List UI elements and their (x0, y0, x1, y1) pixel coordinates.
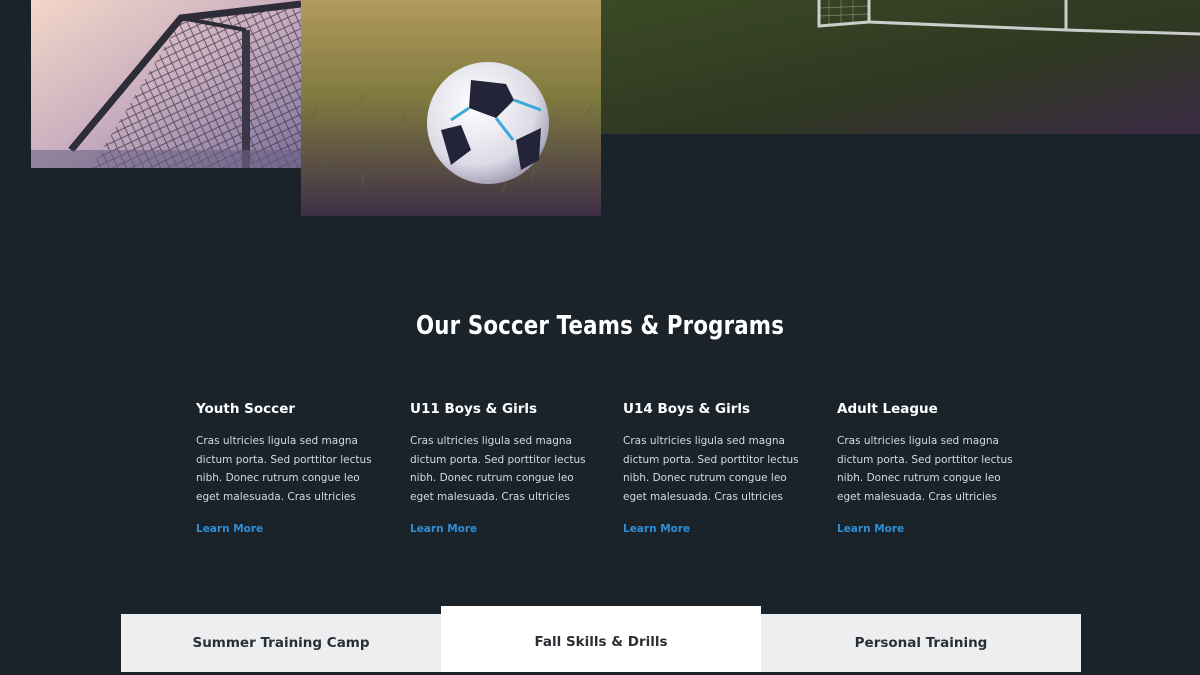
photo-goal-net (31, 0, 301, 168)
tab-label: Fall Skills & Drills (534, 634, 668, 650)
program-u14-boys-girls: U14 Boys & Girls Cras ultricies ligula s… (623, 401, 803, 537)
photo-soccer-ball (301, 0, 601, 216)
program-title: Youth Soccer (196, 401, 296, 417)
program-adult-league: Adult League Cras ultricies ligula sed m… (837, 401, 1017, 537)
section-title: Our Soccer Teams & Programs (415, 311, 785, 341)
program-tabs: Summer Training Camp Fall Skills & Drill… (121, 606, 1081, 675)
tab-label: Summer Training Camp (192, 635, 370, 651)
tab-personal-training[interactable]: Personal Training (761, 614, 1081, 672)
learn-more-link[interactable]: Learn More (623, 523, 690, 535)
program-description: Cras ultricies ligula sed magna dictum p… (837, 435, 1013, 504)
learn-more-link[interactable]: Learn More (410, 523, 477, 535)
programs-list: Youth Soccer Cras ultricies ligula sed m… (0, 401, 1200, 551)
tab-label: Personal Training (854, 635, 988, 651)
tab-fall-skills-drills[interactable]: Fall Skills & Drills (441, 606, 761, 672)
program-description: Cras ultricies ligula sed magna dictum p… (410, 435, 586, 504)
learn-more-link[interactable]: Learn More (837, 523, 904, 535)
program-u11-boys-girls: U11 Boys & Girls Cras ultricies ligula s… (410, 401, 590, 537)
program-description: Cras ultricies ligula sed magna dictum p… (623, 435, 799, 504)
program-description: Cras ultricies ligula sed magna dictum p… (196, 435, 372, 504)
learn-more-link[interactable]: Learn More (196, 523, 263, 535)
program-title: U14 Boys & Girls (623, 401, 751, 417)
photo-field-goal (601, 0, 1200, 134)
program-youth-soccer: Youth Soccer Cras ultricies ligula sed m… (196, 401, 376, 537)
tab-summer-training-camp[interactable]: Summer Training Camp (121, 614, 441, 672)
program-title: U11 Boys & Girls (410, 401, 538, 417)
program-title: Adult League (837, 401, 938, 417)
